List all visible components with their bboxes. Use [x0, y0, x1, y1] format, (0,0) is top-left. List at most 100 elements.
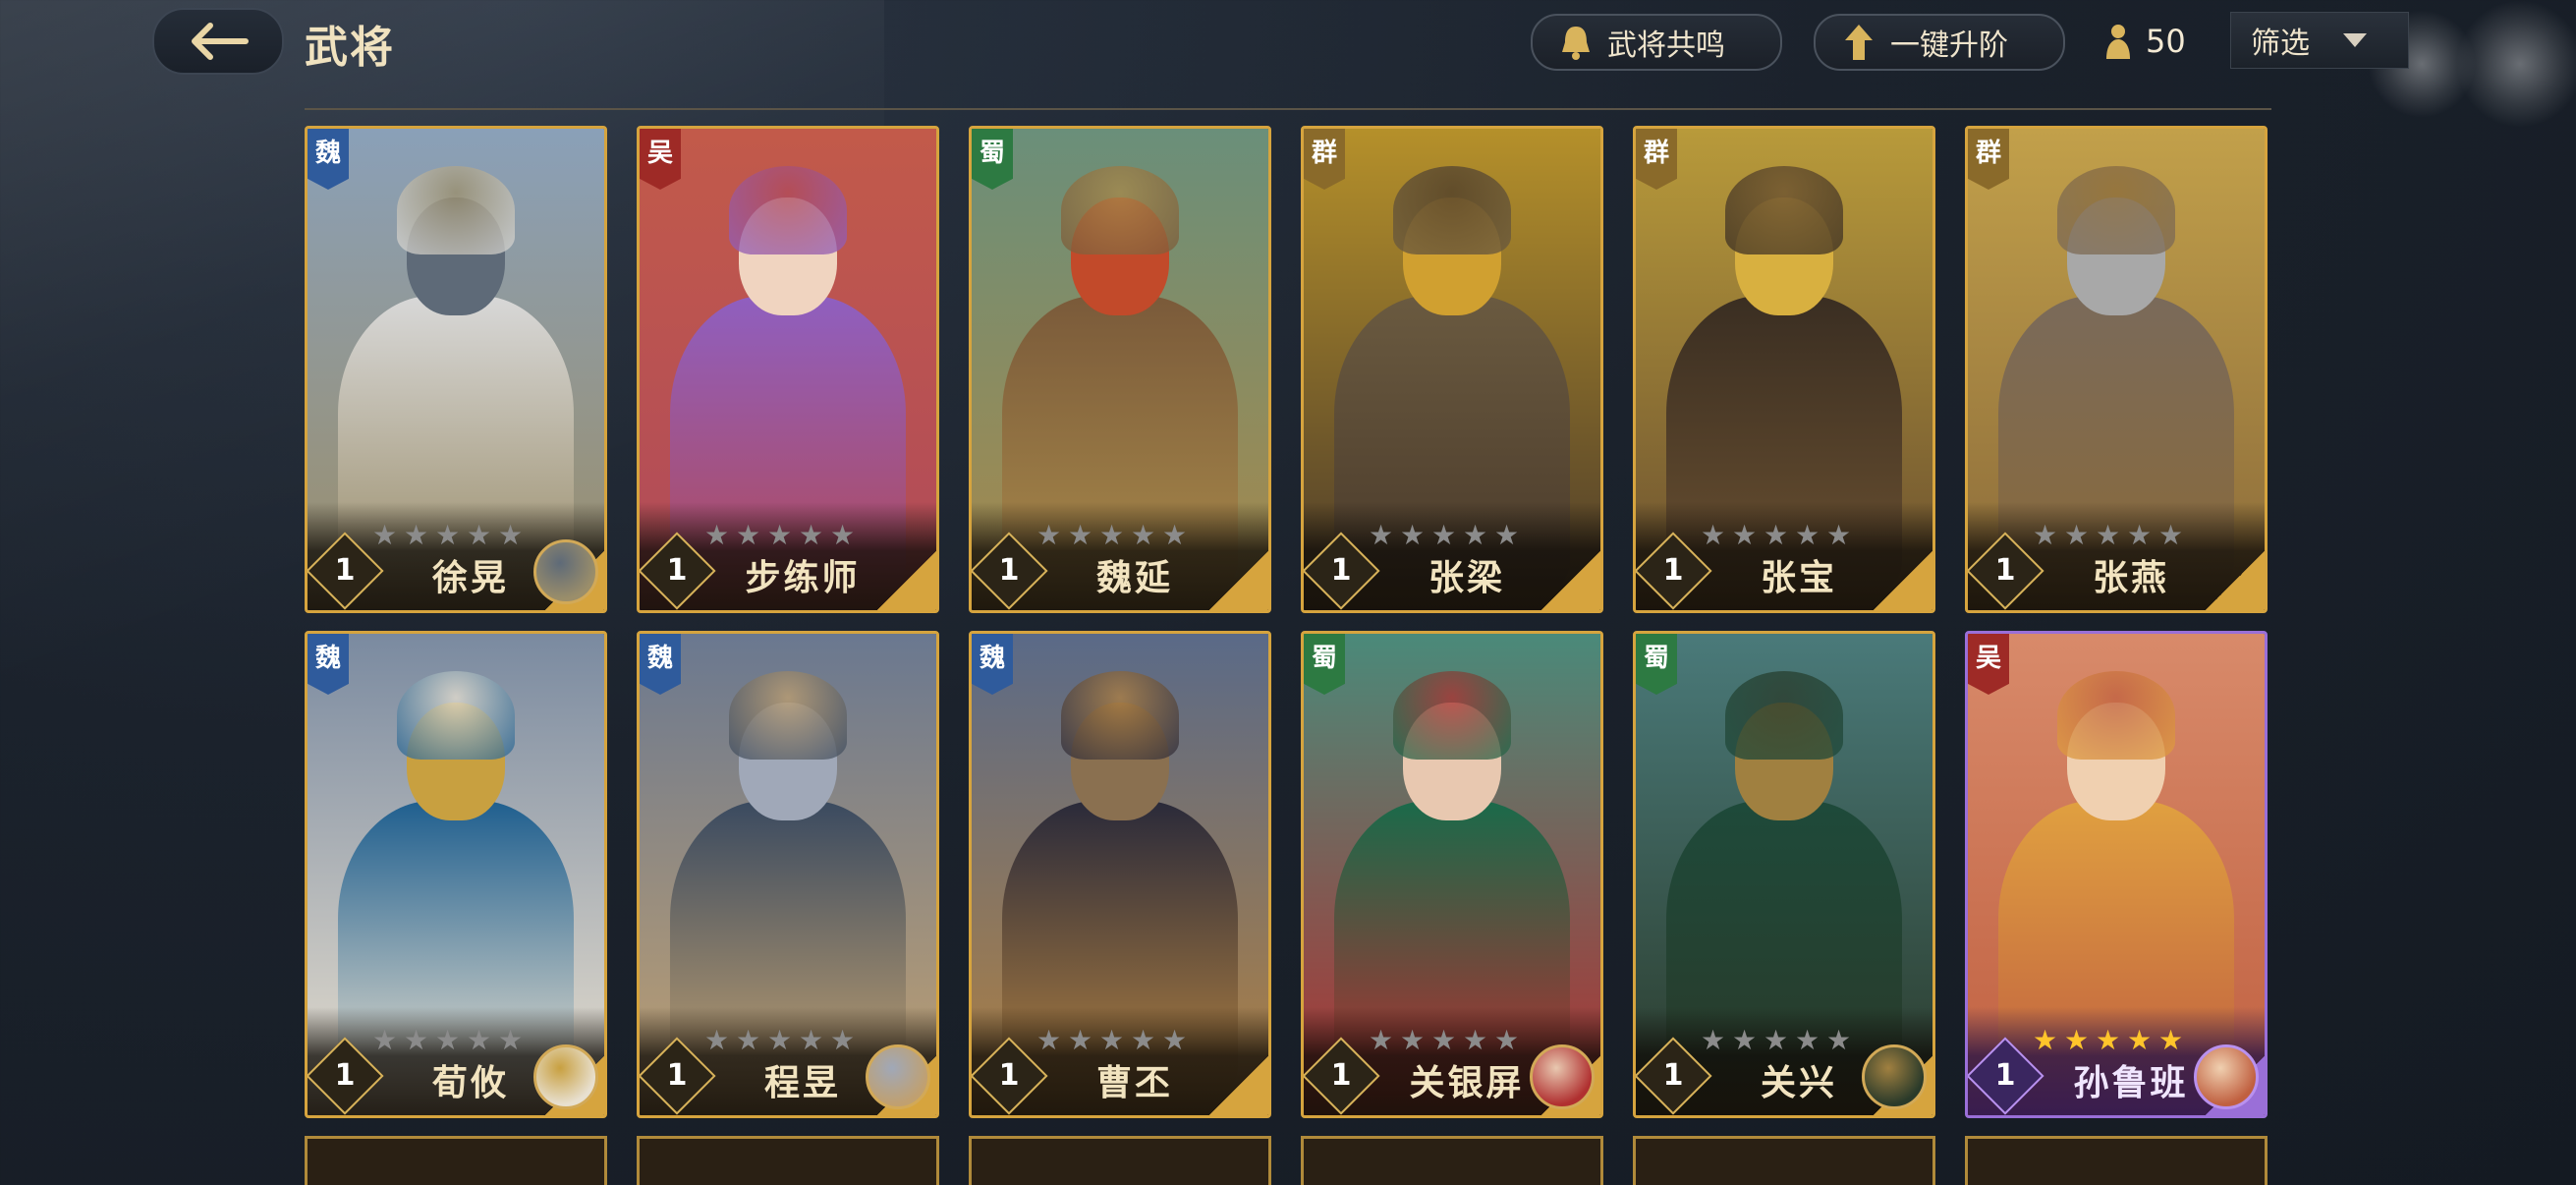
star-icon: ★	[2158, 1024, 2184, 1056]
general-name: 魏延	[1095, 558, 1173, 598]
star-icon: ★	[830, 519, 856, 551]
star-icon: ★	[2127, 1024, 2153, 1056]
level-value: 1	[1994, 553, 2016, 588]
next-row-card[interactable]	[969, 1136, 1271, 1185]
star-icon: ★	[435, 519, 461, 551]
star-icon: ★	[1701, 1024, 1726, 1056]
filter-dropdown[interactable]: 筛选	[2230, 12, 2409, 69]
level-value: 1	[666, 1058, 688, 1093]
general-name: 张梁	[1428, 558, 1505, 598]
star-rating: ★ ★ ★ ★ ★	[1369, 522, 1522, 549]
star-icon: ★	[1795, 1024, 1820, 1056]
star-icon: ★	[1099, 1024, 1125, 1056]
faction-badge: 魏	[308, 634, 349, 695]
star-icon: ★	[1494, 519, 1520, 551]
one-click-upgrade-button[interactable]: 一键升阶	[1814, 14, 2065, 71]
star-rating: ★ ★ ★ ★ ★	[372, 522, 526, 549]
faction-badge: 吴	[1968, 634, 2009, 695]
star-icon: ★	[1131, 1024, 1156, 1056]
general-card[interactable]: 蜀 1 ★ ★ ★ ★ ★ 关兴	[1633, 631, 1935, 1118]
general-name: 曹丕	[1095, 1063, 1173, 1103]
star-icon: ★	[1068, 1024, 1093, 1056]
filter-label: 筛选	[2251, 27, 2310, 61]
skill-emblem-icon[interactable]	[1530, 1044, 1595, 1109]
star-icon: ★	[736, 519, 761, 551]
next-row-card[interactable]	[1633, 1136, 1935, 1185]
star-icon: ★	[404, 519, 429, 551]
star-rating: ★ ★ ★ ★ ★	[372, 1027, 526, 1054]
star-icon: ★	[467, 519, 492, 551]
faction-badge: 群	[1304, 129, 1345, 190]
general-name: 步练师	[745, 558, 861, 598]
star-icon: ★	[1099, 519, 1125, 551]
general-card[interactable]: 蜀 1 ★ ★ ★ ★ ★ 魏延	[969, 126, 1271, 613]
star-icon: ★	[1764, 519, 1789, 551]
star-rating: ★ ★ ★ ★ ★	[2033, 1027, 2186, 1054]
general-card[interactable]: 魏 1 ★ ★ ★ ★ ★ 曹丕	[969, 631, 1271, 1118]
star-icon: ★	[1431, 1024, 1457, 1056]
level-value: 1	[666, 553, 688, 588]
currency-count: 50	[2146, 23, 2186, 60]
general-name: 张宝	[1760, 558, 1837, 598]
resonance-button[interactable]: 武将共鸣	[1531, 14, 1782, 71]
level-value: 1	[334, 1058, 356, 1093]
upgrade-label: 一键升阶	[1890, 28, 2008, 63]
star-icon: ★	[2158, 519, 2184, 551]
star-icon: ★	[372, 1024, 398, 1056]
next-row-card[interactable]	[305, 1136, 607, 1185]
star-icon: ★	[2064, 1024, 2090, 1056]
general-card[interactable]: 魏 1 ★ ★ ★ ★ ★ 程昱	[637, 631, 939, 1118]
skill-emblem-icon[interactable]	[2194, 1044, 2259, 1109]
faction-badge: 魏	[972, 634, 1013, 695]
currency-counter: 50	[2100, 18, 2186, 65]
general-card[interactable]: 吴 1 ★ ★ ★ ★ ★ 步练师	[637, 126, 939, 613]
star-icon: ★	[1826, 1024, 1852, 1056]
general-card[interactable]: 魏 1 ★ ★ ★ ★ ★ 徐晃	[305, 126, 607, 613]
level-value: 1	[1330, 553, 1352, 588]
faction-badge: 群	[1968, 129, 2009, 190]
general-name: 张燕	[2092, 558, 2169, 598]
star-icon: ★	[704, 1024, 730, 1056]
star-icon: ★	[1131, 519, 1156, 551]
star-icon: ★	[2127, 519, 2153, 551]
skill-emblem-icon[interactable]	[1862, 1044, 1927, 1109]
star-rating: ★ ★ ★ ★ ★	[1036, 1027, 1190, 1054]
star-icon: ★	[1764, 1024, 1789, 1056]
star-icon: ★	[2064, 519, 2090, 551]
faction-badge: 魏	[640, 634, 681, 695]
next-row-card[interactable]	[1301, 1136, 1603, 1185]
star-icon: ★	[1369, 1024, 1394, 1056]
next-row-card[interactable]	[637, 1136, 939, 1185]
star-icon: ★	[498, 1024, 524, 1056]
skill-emblem-icon[interactable]	[533, 539, 598, 604]
page-title: 武将	[305, 23, 395, 73]
star-icon: ★	[736, 1024, 761, 1056]
back-button[interactable]	[152, 8, 284, 75]
star-rating: ★ ★ ★ ★ ★	[704, 1027, 858, 1054]
soldier-token-icon	[2106, 25, 2130, 59]
star-icon: ★	[1701, 519, 1726, 551]
faction-badge: 群	[1636, 129, 1677, 190]
star-icon: ★	[1463, 1024, 1488, 1056]
general-card[interactable]: 群 1 ★ ★ ★ ★ ★ 张燕	[1965, 126, 2268, 613]
faction-badge: 蜀	[1304, 634, 1345, 695]
skill-emblem-icon[interactable]	[533, 1044, 598, 1109]
next-row-card[interactable]	[1965, 1136, 2268, 1185]
faction-badge: 吴	[640, 129, 681, 190]
star-rating: ★ ★ ★ ★ ★	[1701, 522, 1854, 549]
upgrade-arrow-icon	[1845, 25, 1873, 60]
star-rating: ★ ★ ★ ★ ★	[2033, 522, 2186, 549]
general-card[interactable]: 群 1 ★ ★ ★ ★ ★ 张宝	[1633, 126, 1935, 613]
general-card[interactable]: 魏 1 ★ ★ ★ ★ ★ 荀攸	[305, 631, 607, 1118]
star-icon: ★	[799, 1024, 824, 1056]
star-icon: ★	[1162, 519, 1188, 551]
resonance-label: 武将共鸣	[1607, 28, 1725, 63]
general-card[interactable]: 吴 1 ★ ★ ★ ★ ★ 孙鲁班	[1965, 631, 2268, 1118]
general-card[interactable]: 群 1 ★ ★ ★ ★ ★ 张梁	[1301, 126, 1603, 613]
skill-emblem-icon[interactable]	[866, 1044, 930, 1109]
star-icon: ★	[1162, 1024, 1188, 1056]
star-icon: ★	[830, 1024, 856, 1056]
star-icon: ★	[1494, 1024, 1520, 1056]
general-card[interactable]: 蜀 1 ★ ★ ★ ★ ★ 关银屏	[1301, 631, 1603, 1118]
faction-badge: 魏	[308, 129, 349, 190]
